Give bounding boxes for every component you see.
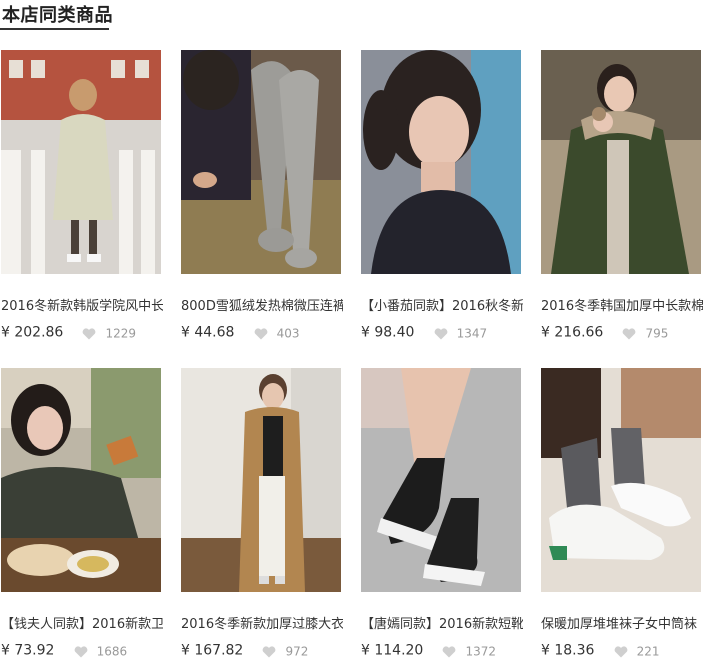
likes: 221 xyxy=(614,641,660,660)
product-title[interactable]: 保暖加厚堆堆袜子女中筒袜 xyxy=(541,616,703,634)
product-price: ¥ 114.20 xyxy=(361,642,424,659)
product-title[interactable]: 2016冬新款韩版学院风中长款 xyxy=(1,298,163,316)
photo-black-boots-icon xyxy=(361,368,521,592)
product-title[interactable]: 2016冬季新款加厚过膝大衣 xyxy=(181,616,343,634)
likes: 1229 xyxy=(82,323,136,342)
product-price: ¥ 73.92 xyxy=(1,642,55,659)
likes: 403 xyxy=(254,323,300,342)
heart-icon xyxy=(434,327,447,339)
product-title[interactable]: 2016冬季韩国加厚中长款棉服 xyxy=(541,298,703,316)
likes: 795 xyxy=(622,323,668,342)
likes-count: 795 xyxy=(645,326,669,341)
product-card[interactable]: 2016冬新款韩版学院风中长款 ¥ 202.86 1229 xyxy=(1,50,163,342)
product-grid: 2016冬新款韩版学院风中长款 ¥ 202.86 1229 800D雪狐绒发热棉… xyxy=(0,0,706,665)
product-card[interactable]: 2016冬季韩国加厚中长款棉服 ¥ 216.66 795 xyxy=(541,50,703,342)
product-image[interactable] xyxy=(361,50,521,274)
likes-count: 1686 xyxy=(96,644,128,659)
product-image[interactable] xyxy=(541,50,701,274)
product-card[interactable]: 800D雪狐绒发热棉微压连裤袜 ¥ 44.68 403 xyxy=(181,50,343,342)
photo-woman-camel-coat-icon xyxy=(181,368,341,592)
likes-count: 1347 xyxy=(456,326,488,341)
likes: 1686 xyxy=(74,641,128,660)
likes-count: 972 xyxy=(285,644,309,659)
price-row: ¥ 44.68 403 xyxy=(181,322,343,342)
product-image[interactable] xyxy=(1,50,161,274)
heart-icon xyxy=(443,645,456,657)
product-card[interactable]: 【小番茄同款】2016秋冬新款 ¥ 98.40 1347 xyxy=(361,50,523,342)
heart-icon xyxy=(74,645,87,657)
price-row: ¥ 216.66 795 xyxy=(541,322,703,342)
photo-grey-tights-icon xyxy=(181,50,341,274)
photo-woman-sweatshirt-icon xyxy=(1,368,161,592)
price-row: ¥ 202.86 1229 xyxy=(1,322,163,342)
photo-woman-green-parka-icon xyxy=(541,50,701,274)
price-row: ¥ 18.36 221 xyxy=(541,640,703,660)
photo-woman-white-coat-icon xyxy=(1,50,161,274)
likes-count: 403 xyxy=(276,326,300,341)
likes: 1372 xyxy=(442,641,496,660)
product-title[interactable]: 【小番茄同款】2016秋冬新款 xyxy=(361,298,523,316)
product-title[interactable]: 800D雪狐绒发热棉微压连裤袜 xyxy=(181,298,343,316)
heart-icon xyxy=(623,327,636,339)
product-card[interactable]: 2016冬季新款加厚过膝大衣 ¥ 167.82 972 xyxy=(181,368,343,660)
product-image[interactable] xyxy=(181,368,341,592)
product-card[interactable]: 保暖加厚堆堆袜子女中筒袜 ¥ 18.36 221 xyxy=(541,368,703,660)
product-image[interactable] xyxy=(361,368,521,592)
heart-icon xyxy=(263,645,276,657)
heart-icon xyxy=(254,327,267,339)
price-row: ¥ 167.82 972 xyxy=(181,640,343,660)
heart-icon xyxy=(614,645,627,657)
product-image[interactable] xyxy=(181,50,341,274)
photo-woman-portrait-icon xyxy=(361,50,521,274)
likes-count: 1229 xyxy=(105,326,137,341)
product-price: ¥ 167.82 xyxy=(181,642,244,659)
likes-count: 221 xyxy=(636,644,660,659)
product-price: ¥ 44.68 xyxy=(181,324,235,341)
product-image[interactable] xyxy=(541,368,701,592)
likes-count: 1372 xyxy=(465,644,497,659)
product-card[interactable]: 【钱夫人同款】2016新款卫衣 ¥ 73.92 1686 xyxy=(1,368,163,660)
product-image[interactable] xyxy=(1,368,161,592)
product-title[interactable]: 【钱夫人同款】2016新款卫衣 xyxy=(1,616,163,634)
product-price: ¥ 98.40 xyxy=(361,324,415,341)
price-row: ¥ 73.92 1686 xyxy=(1,640,163,660)
product-price: ¥ 202.86 xyxy=(1,324,64,341)
heart-icon xyxy=(83,327,96,339)
photo-white-sneakers-icon xyxy=(541,368,701,592)
product-title[interactable]: 【唐嫣同款】2016新款短靴 xyxy=(361,616,523,634)
likes: 972 xyxy=(262,641,308,660)
product-price: ¥ 18.36 xyxy=(541,642,595,659)
product-price: ¥ 216.66 xyxy=(541,324,604,341)
likes: 1347 xyxy=(434,323,488,342)
price-row: ¥ 98.40 1347 xyxy=(361,322,523,342)
product-card[interactable]: 【唐嫣同款】2016新款短靴 ¥ 114.20 1372 xyxy=(361,368,523,660)
price-row: ¥ 114.20 1372 xyxy=(361,640,523,660)
